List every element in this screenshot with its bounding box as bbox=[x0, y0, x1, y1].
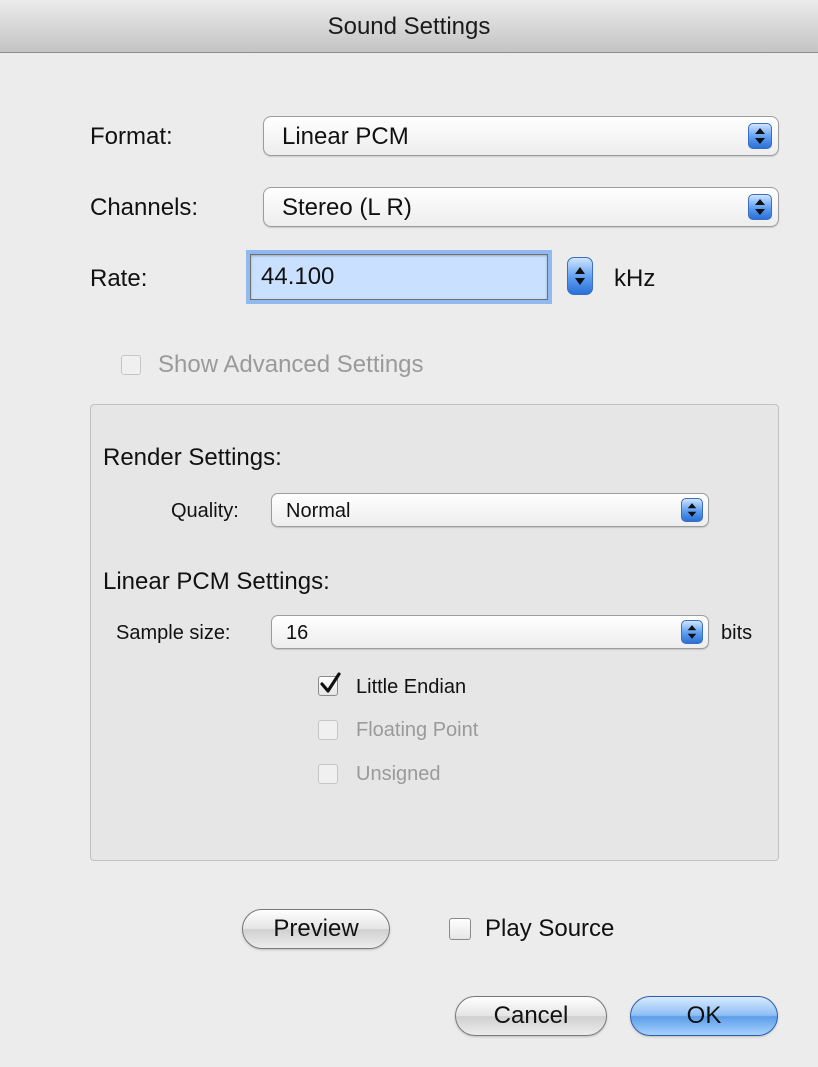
unsigned-label: Unsigned bbox=[356, 763, 441, 785]
quality-label: Quality: bbox=[171, 500, 239, 522]
little-endian-label: Little Endian bbox=[356, 676, 467, 698]
up-down-arrows-icon bbox=[748, 123, 772, 149]
channels-label: Channels: bbox=[90, 194, 199, 221]
up-down-arrows-icon bbox=[681, 620, 703, 644]
little-endian-checkbox[interactable] bbox=[318, 672, 341, 696]
linear-pcm-settings-title: Linear PCM Settings: bbox=[103, 568, 330, 595]
show-advanced-checkbox[interactable] bbox=[121, 355, 141, 375]
sample-size-unit: bits bbox=[721, 622, 753, 644]
window-title-bar: Sound Settings bbox=[0, 0, 818, 53]
rate-label: Rate: bbox=[90, 265, 148, 292]
sample-size-label: Sample size: bbox=[116, 622, 231, 644]
play-source-checkbox[interactable] bbox=[449, 918, 471, 940]
channels-popup[interactable]: Stereo (L R) bbox=[263, 187, 779, 227]
format-popup[interactable]: Linear PCM bbox=[263, 116, 779, 156]
unsigned-checkbox[interactable] bbox=[318, 764, 338, 784]
up-down-arrows-icon bbox=[681, 498, 703, 522]
window-title: Sound Settings bbox=[327, 13, 491, 40]
rate-unit: kHz bbox=[614, 265, 656, 292]
show-advanced-label: Show Advanced Settings bbox=[158, 351, 424, 378]
checkmark-icon bbox=[320, 672, 341, 693]
quality-popup-value: Normal bbox=[286, 500, 351, 522]
floating-point-checkbox[interactable] bbox=[318, 720, 338, 740]
floating-point-label: Floating Point bbox=[356, 719, 479, 741]
channels-popup-value: Stereo (L R) bbox=[282, 194, 412, 221]
format-popup-value: Linear PCM bbox=[282, 123, 409, 150]
up-down-arrows-icon bbox=[748, 194, 772, 220]
play-source-label: Play Source bbox=[485, 915, 615, 942]
render-settings-title: Render Settings: bbox=[103, 444, 282, 471]
format-label: Format: bbox=[90, 123, 173, 150]
quality-popup[interactable]: Normal bbox=[271, 493, 709, 527]
sample-size-popup-value: 16 bbox=[286, 622, 309, 644]
rate-stepper[interactable] bbox=[567, 257, 593, 295]
rate-input[interactable]: 44.100 bbox=[250, 254, 548, 300]
ok-button[interactable]: OK bbox=[630, 996, 778, 1036]
cancel-button[interactable]: Cancel bbox=[455, 996, 607, 1036]
preview-button[interactable]: Preview bbox=[242, 909, 390, 949]
up-down-arrows-icon bbox=[575, 267, 585, 285]
sample-size-popup[interactable]: 16 bbox=[271, 615, 709, 649]
